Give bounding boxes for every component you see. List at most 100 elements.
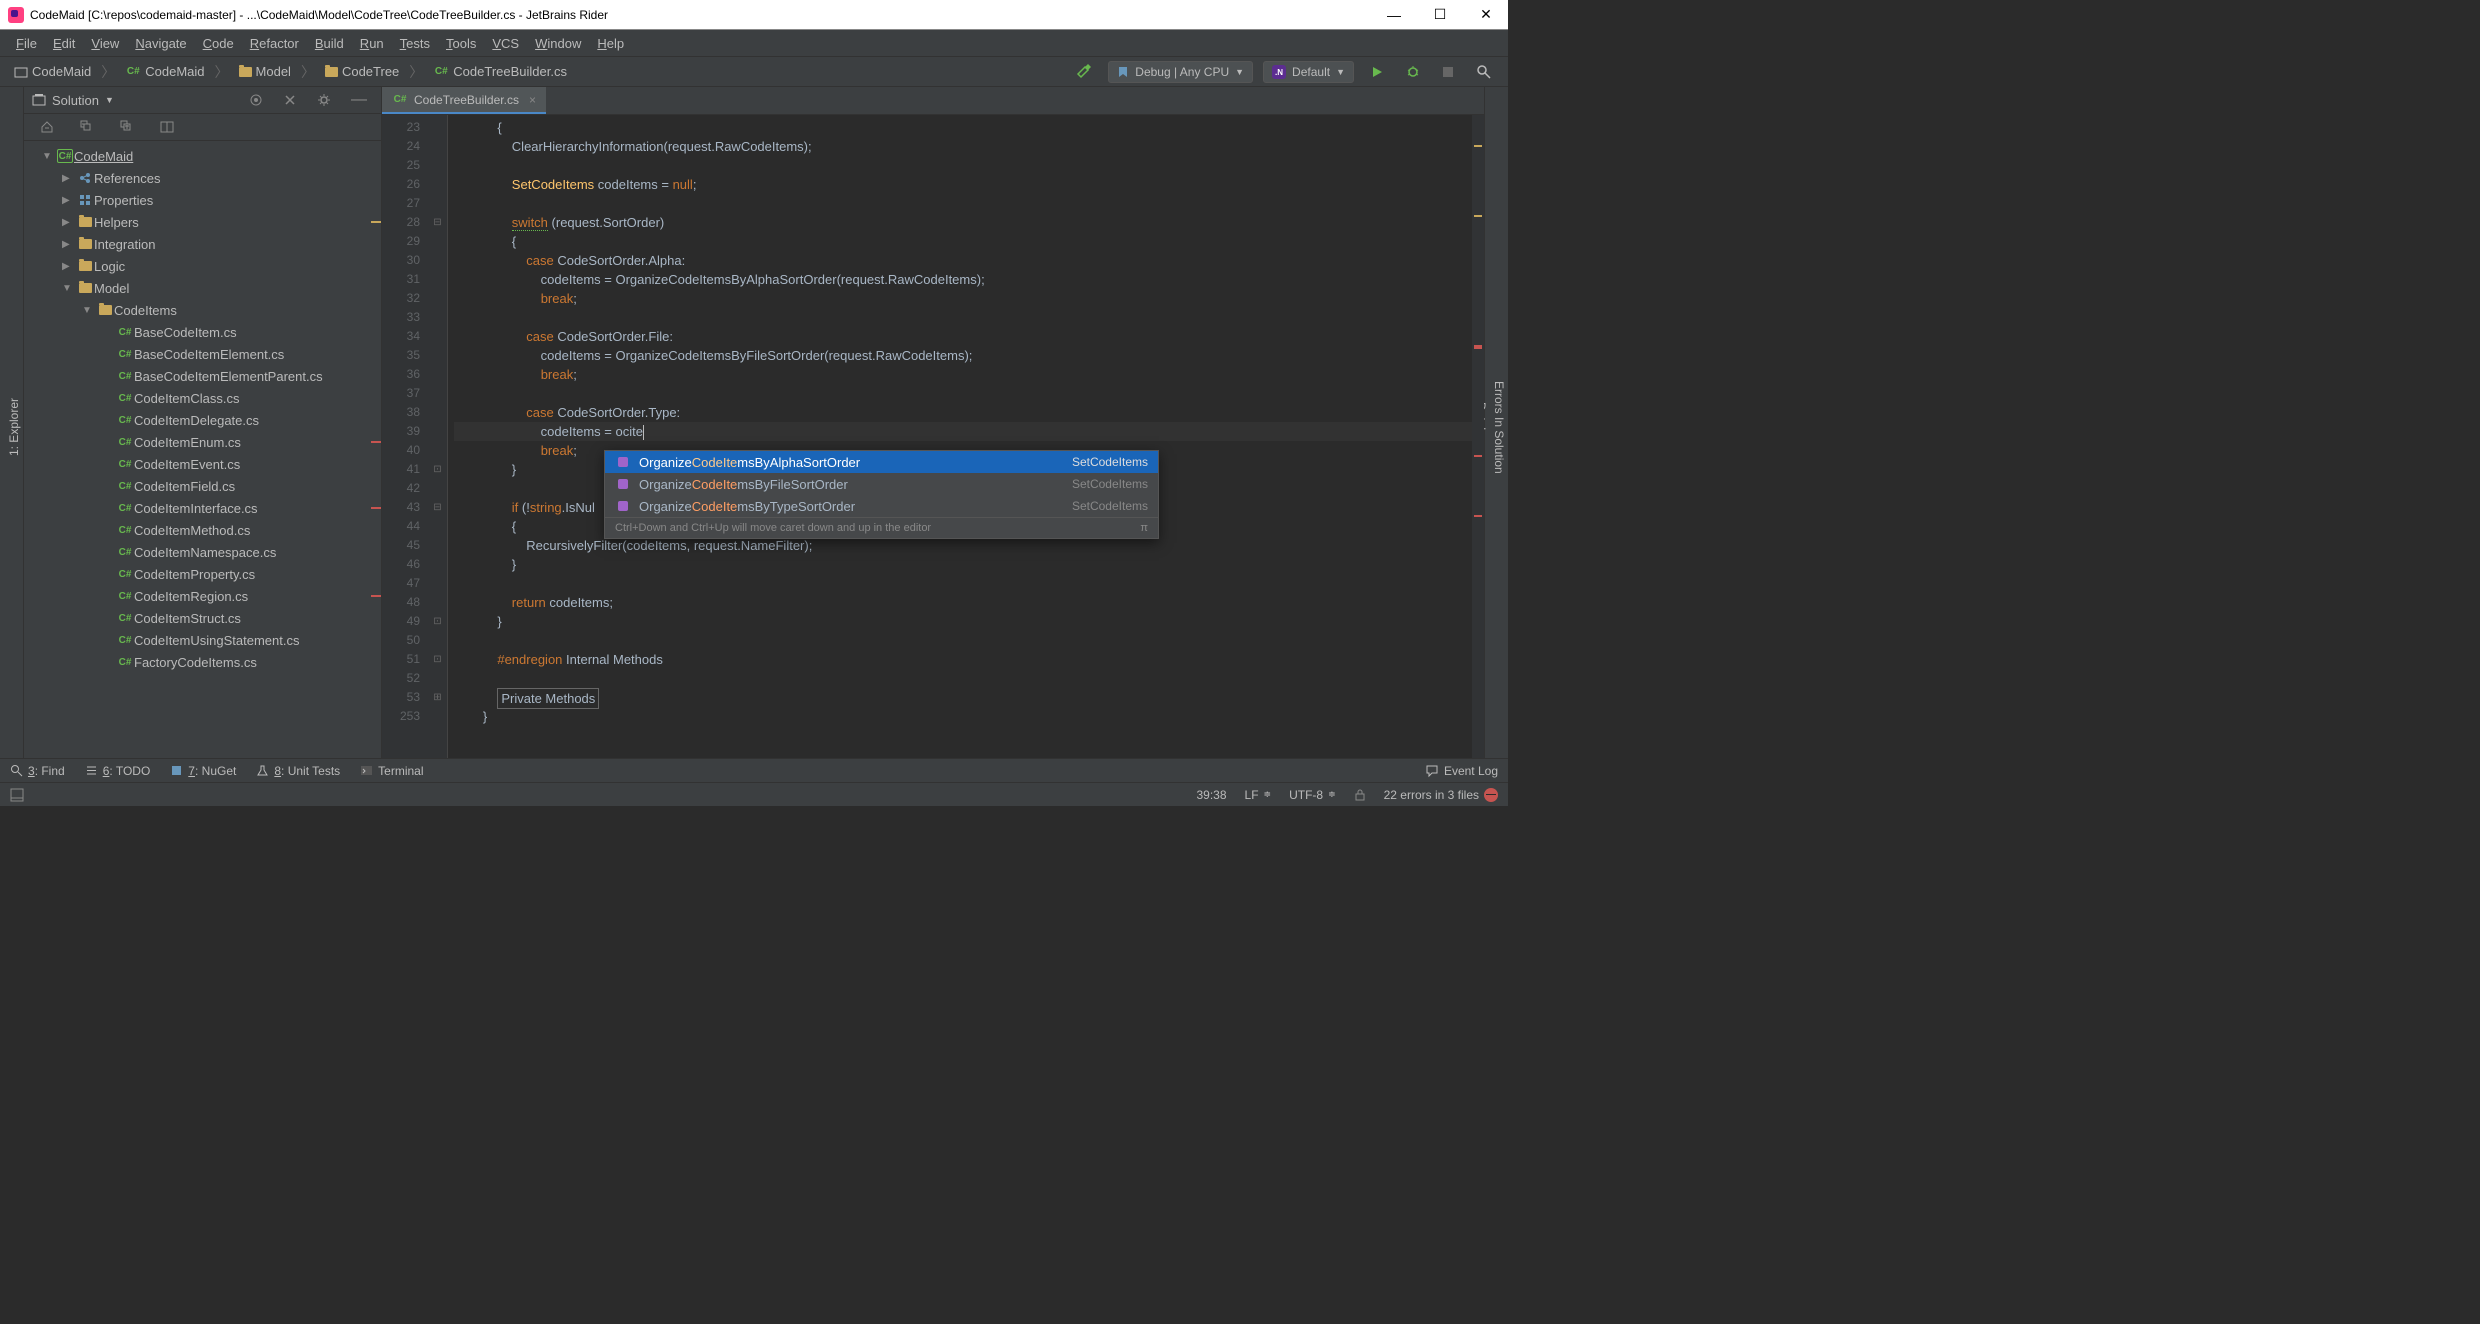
tree-item[interactable]: ▼CodeItems	[24, 299, 381, 321]
expand-icon[interactable]	[277, 89, 303, 111]
tree-item[interactable]: C#CodeItemUsingStatement.cs	[24, 629, 381, 651]
sort-icon[interactable]	[114, 118, 140, 136]
breadcrumb-item[interactable]: CodeTree	[321, 62, 403, 81]
event-log-button[interactable]: Event Log	[1425, 764, 1498, 778]
tool-terminal[interactable]: Terminal	[360, 764, 423, 778]
code-content[interactable]: { ClearHierarchyInformation(request.RawC…	[448, 115, 1472, 758]
tool-todo[interactable]: 6: TODO	[85, 764, 151, 778]
tree-item[interactable]: C#BaseCodeItemElementParent.cs	[24, 365, 381, 387]
hide-icon[interactable]: —	[345, 89, 373, 111]
tool-find[interactable]: 3: Find	[10, 764, 65, 778]
tab-explorer[interactable]: 1: Explorer	[5, 388, 23, 466]
tree-item[interactable]: C#CodeItemEnum.cs	[24, 431, 381, 453]
error-stripe[interactable]	[1472, 115, 1484, 758]
status-bar: 39:38 LF ≑ UTF-8 ≑ 22 errors in 3 files …	[0, 782, 1508, 806]
home-icon[interactable]	[34, 118, 60, 136]
menu-refactor[interactable]: Refactor	[242, 33, 307, 54]
maximize-button[interactable]: ☐	[1426, 5, 1454, 25]
menu-navigate[interactable]: Navigate	[127, 33, 194, 54]
error-count[interactable]: 22 errors in 3 files —	[1384, 788, 1498, 802]
completion-item[interactable]: OrganizeCodeItemsByFileSortOrderSetCodeI…	[605, 473, 1158, 495]
menu-code[interactable]: Code	[195, 33, 242, 54]
tree-item[interactable]: ▼Model	[24, 277, 381, 299]
tree-item[interactable]: C#FactoryCodeItems.cs	[24, 651, 381, 673]
tab-structure[interactable]: Structure	[0, 393, 5, 462]
tree-item[interactable]: C#CodeItemDelegate.cs	[24, 409, 381, 431]
breadcrumb-item[interactable]: Model	[235, 62, 295, 81]
menu-tests[interactable]: Tests	[392, 33, 438, 54]
tab-errors-in-solution[interactable]: Errors In Solution	[1490, 371, 1508, 484]
editor-area: C# CodeTreeBuilder.cs × 2324252627282930…	[382, 87, 1484, 758]
tree-item[interactable]: C#CodeItemClass.cs	[24, 387, 381, 409]
method-icon	[615, 454, 631, 470]
target-icon[interactable]	[243, 89, 269, 111]
menu-window[interactable]: Window	[527, 33, 589, 54]
stop-button[interactable]	[1436, 64, 1460, 80]
tree-item[interactable]: C#CodeItemStruct.cs	[24, 607, 381, 629]
title-bar: CodeMaid [C:\repos\codemaid-master] - ..…	[0, 0, 1508, 30]
breadcrumb-item[interactable]: C#CodeMaid	[121, 62, 208, 81]
search-icon[interactable]	[1470, 62, 1498, 82]
tree-item[interactable]: ▶Logic	[24, 255, 381, 277]
build-config-dropdown[interactable]: Debug | Any CPU ▼	[1108, 61, 1253, 83]
left-tool-tabs: 1: Explorer Structure 2: Favorites	[0, 87, 24, 758]
cursor-position[interactable]: 39:38	[1196, 788, 1226, 802]
menu-build[interactable]: Build	[307, 33, 352, 54]
completion-item[interactable]: OrganizeCodeItemsByAlphaSortOrderSetCode…	[605, 451, 1158, 473]
tree-item[interactable]: ▶References	[24, 167, 381, 189]
editor-tab[interactable]: C# CodeTreeBuilder.cs ×	[382, 87, 546, 114]
tool-nuget[interactable]: 7: NuGet	[170, 764, 236, 778]
breadcrumbs: CodeMaid〉C#CodeMaid〉Model〉CodeTree〉C#Cod…	[10, 62, 1070, 82]
run-button[interactable]	[1364, 63, 1390, 81]
menu-file[interactable]: File	[8, 33, 45, 54]
tree-item[interactable]: ▶Properties	[24, 189, 381, 211]
minimize-button[interactable]: —	[1380, 5, 1408, 25]
chevron-down-icon[interactable]: ▼	[105, 95, 114, 105]
tree-item[interactable]: C#CodeItemEvent.cs	[24, 453, 381, 475]
menu-help[interactable]: Help	[589, 33, 632, 54]
tree-item[interactable]: C#CodeItemInterface.cs	[24, 497, 381, 519]
breadcrumb-item[interactable]: CodeMaid	[10, 62, 95, 81]
tree-item[interactable]: C#CodeItemNamespace.cs	[24, 541, 381, 563]
tree-item[interactable]: C#BaseCodeItemElement.cs	[24, 343, 381, 365]
tree-item[interactable]: ▼C#CodeMaid	[24, 145, 381, 167]
tree-item[interactable]: ▶Integration	[24, 233, 381, 255]
run-config-dropdown[interactable]: .N Default ▼	[1263, 61, 1354, 83]
menu-view[interactable]: View	[83, 33, 127, 54]
svg-text:.N: .N	[1275, 68, 1283, 77]
menu-vcs[interactable]: VCS	[484, 33, 527, 54]
close-button[interactable]: ✕	[1472, 5, 1500, 25]
tool-unittests[interactable]: 8: Unit Tests	[256, 764, 340, 778]
preview-icon[interactable]	[154, 118, 180, 136]
layout-icon[interactable]	[10, 788, 24, 802]
menu-edit[interactable]: Edit	[45, 33, 83, 54]
editor[interactable]: 2324252627282930313233343536373839404142…	[382, 115, 1484, 758]
fold-gutter[interactable]: ⊟⊡⊟⊡⊡⊞	[428, 115, 448, 758]
tree-item[interactable]: C#CodeItemField.cs	[24, 475, 381, 497]
tab-label: CodeTreeBuilder.cs	[414, 93, 519, 107]
tree-item[interactable]: C#CodeItemMethod.cs	[24, 519, 381, 541]
completion-item[interactable]: OrganizeCodeItemsByTypeSortOrderSetCodeI…	[605, 495, 1158, 517]
solution-tree[interactable]: ▼C#CodeMaid▶References▶Properties▶Helper…	[24, 141, 381, 758]
breadcrumb-item[interactable]: C#CodeTreeBuilder.cs	[429, 62, 571, 81]
editor-tabs: C# CodeTreeBuilder.cs ×	[382, 87, 1484, 115]
right-tool-tabs: Errors In Solution Database Unit Tests C…	[1484, 87, 1508, 758]
debug-button[interactable]	[1400, 63, 1426, 81]
collapse-all-icon[interactable]	[74, 118, 100, 136]
build-hammer-icon[interactable]	[1070, 62, 1098, 82]
line-ending[interactable]: LF ≑	[1245, 788, 1272, 802]
encoding[interactable]: UTF-8 ≑	[1289, 788, 1336, 802]
dotnet-icon: .N	[1272, 65, 1286, 79]
tool-window-bar: 3: Find 6: TODO 7: NuGet 8: Unit Tests T…	[0, 758, 1508, 782]
menu-run[interactable]: Run	[352, 33, 392, 54]
gear-icon[interactable]	[311, 89, 337, 111]
tree-item[interactable]: C#CodeItemRegion.cs	[24, 585, 381, 607]
method-icon	[615, 476, 631, 492]
completion-popup[interactable]: OrganizeCodeItemsByAlphaSortOrderSetCode…	[604, 450, 1159, 539]
tree-item[interactable]: C#CodeItemProperty.cs	[24, 563, 381, 585]
tree-item[interactable]: ▶Helpers	[24, 211, 381, 233]
tree-item[interactable]: C#BaseCodeItem.cs	[24, 321, 381, 343]
close-icon[interactable]: ×	[529, 93, 536, 107]
lock-icon[interactable]	[1354, 789, 1366, 801]
menu-tools[interactable]: Tools	[438, 33, 484, 54]
